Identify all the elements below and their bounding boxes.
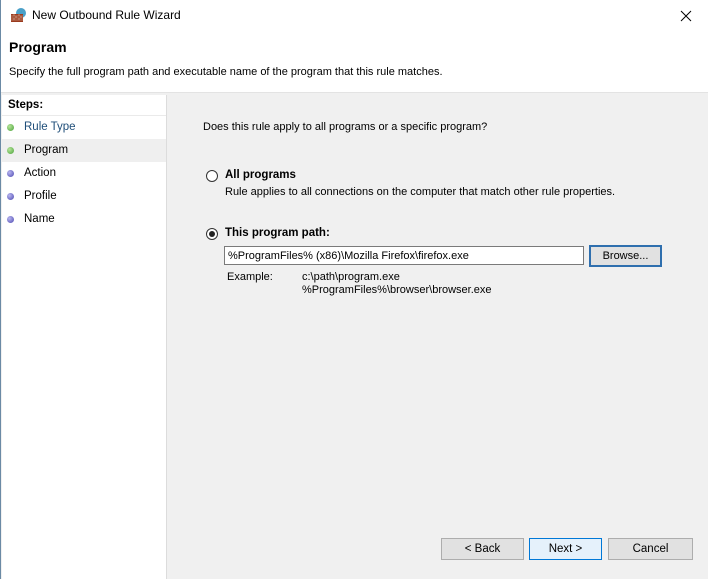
all-programs-description: Rule applies to all connections on the c… (225, 186, 616, 198)
step-pending-icon (7, 193, 14, 200)
step-complete-icon (7, 124, 14, 131)
back-button[interactable]: < Back (441, 538, 524, 560)
steps-panel: Steps: Rule Type Program Action Profile … (2, 95, 167, 579)
step-rule-type[interactable]: Rule Type (2, 116, 166, 139)
example-value: %ProgramFiles%\browser\browser.exe (302, 284, 492, 296)
step-profile[interactable]: Profile (2, 185, 166, 208)
step-name[interactable]: Name (2, 208, 166, 231)
title-bar: New Outbound Rule Wizard (1, 0, 708, 31)
step-label: Program (24, 144, 69, 156)
step-label: Name (24, 213, 55, 225)
all-programs-radio[interactable] (206, 170, 218, 182)
step-pending-icon (7, 216, 14, 223)
example-value: c:\path\program.exe (302, 271, 400, 283)
cancel-button[interactable]: Cancel (608, 538, 693, 560)
program-path-radio[interactable] (206, 228, 218, 240)
close-icon (680, 10, 692, 21)
step-label: Rule Type (24, 121, 76, 133)
step-pending-icon (7, 170, 14, 177)
firewall-icon (10, 7, 28, 23)
example-label: Example: (227, 271, 273, 283)
steps-heading: Steps: (2, 95, 166, 116)
program-path-label[interactable]: This program path: (225, 227, 330, 239)
page-title: Program (9, 39, 67, 55)
all-programs-label[interactable]: All programs (225, 169, 296, 181)
page-header: Program Specify the full program path an… (1, 31, 708, 93)
page-description: Specify the full program path and execut… (9, 66, 443, 78)
step-label: Action (24, 167, 56, 179)
step-label: Profile (24, 190, 57, 202)
step-complete-icon (7, 147, 14, 154)
step-program[interactable]: Program (2, 139, 166, 162)
close-button[interactable] (663, 0, 708, 31)
next-button[interactable]: Next > (529, 538, 602, 560)
window-title: New Outbound Rule Wizard (32, 8, 181, 22)
wizard-window: New Outbound Rule Wizard Program Specify… (0, 0, 708, 579)
step-action[interactable]: Action (2, 162, 166, 185)
program-path-input[interactable] (224, 246, 584, 265)
browse-button[interactable]: Browse... (589, 245, 662, 267)
question-text: Does this rule apply to all programs or … (203, 121, 488, 133)
content-area: Does this rule apply to all programs or … (167, 95, 708, 579)
